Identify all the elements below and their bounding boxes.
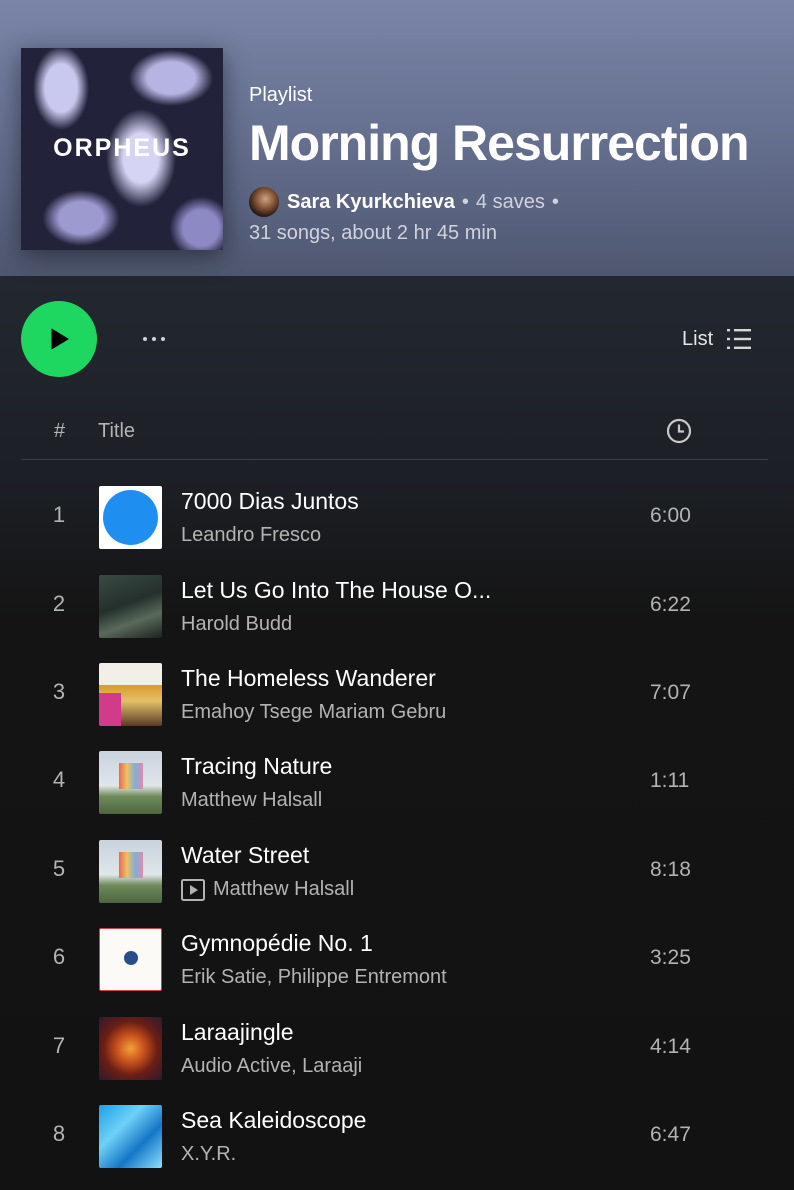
playlist-cover[interactable]: ORPHEUS [21, 48, 223, 250]
list-view-icon [727, 329, 752, 349]
track-title[interactable]: The Homeless Wanderer [181, 665, 436, 692]
track-artist-name[interactable]: Leandro Fresco [181, 524, 321, 547]
track-number: 7 [52, 1033, 66, 1058]
playlist-kind-label: Playlist [249, 84, 313, 106]
track-artist[interactable]: Leandro Fresco [181, 524, 321, 547]
track-number: 4 [52, 767, 66, 792]
track-artist[interactable]: Matthew Halsall [181, 878, 354, 901]
saves-count: 4 saves [475, 190, 545, 213]
track-number: 5 [52, 856, 66, 881]
owner-row: Sara Kyurkchieva • 4 saves • [249, 186, 566, 218]
track-number: 1 [52, 502, 66, 527]
track-artwork [99, 928, 162, 991]
track-row[interactable]: 2 Let Us Go Into The House O... Harold B… [0, 563, 794, 651]
owner-avatar[interactable] [249, 187, 279, 217]
track-artist-name[interactable]: X.Y.R. [181, 1143, 236, 1166]
track-artwork [99, 1017, 162, 1080]
track-number: 6 [52, 944, 66, 969]
track-duration: 6:22 [650, 593, 691, 616]
view-mode-button[interactable]: List [682, 322, 752, 356]
more-icon-dot [161, 337, 165, 341]
track-artist-name[interactable]: Erik Satie, Philippe Entremont [181, 966, 447, 989]
track-artist[interactable]: Emahoy Tsege Mariam Gebru [181, 701, 446, 724]
track-row[interactable]: 5 Water Street Matthew Halsall 8:18 [0, 828, 794, 916]
track-duration: 6:00 [650, 504, 691, 527]
play-button[interactable] [21, 301, 97, 377]
more-options-button[interactable] [136, 324, 172, 354]
track-duration: 7:07 [650, 681, 691, 704]
track-duration: 8:18 [650, 858, 691, 881]
track-artwork [99, 751, 162, 814]
track-duration: 3:25 [650, 946, 691, 969]
track-artist-name[interactable]: Emahoy Tsege Mariam Gebru [181, 701, 446, 724]
track-row[interactable]: 1 7000 Dias Juntos Leandro Fresco 6:00 [0, 474, 794, 562]
track-artist-name[interactable]: Audio Active, Laraaji [181, 1055, 362, 1078]
track-row[interactable]: 8 Sea Kaleidoscope X.Y.R. 6:47 [0, 1093, 794, 1181]
owner-name-link[interactable]: Sara Kyurkchieva [287, 191, 455, 214]
clock-icon [666, 418, 692, 444]
track-title[interactable]: Sea Kaleidoscope [181, 1107, 366, 1134]
more-icon [143, 337, 147, 341]
track-artist-name[interactable]: Matthew Halsall [213, 878, 354, 901]
separator-dot: • [551, 190, 559, 213]
track-artist[interactable]: Audio Active, Laraaji [181, 1055, 362, 1078]
track-number: 8 [52, 1121, 66, 1146]
track-title[interactable]: Gymnopédie No. 1 [181, 930, 373, 957]
column-title[interactable]: Title [98, 420, 135, 443]
track-artist[interactable]: Erik Satie, Philippe Entremont [181, 966, 447, 989]
track-title[interactable]: Laraajingle [181, 1019, 294, 1046]
track-artist-name[interactable]: Matthew Halsall [181, 789, 322, 812]
track-artwork [99, 1105, 162, 1168]
column-number: # [54, 420, 66, 442]
video-icon [181, 878, 205, 901]
separator-dot: • [461, 190, 469, 213]
cover-title: ORPHEUS [53, 134, 191, 162]
track-artist-name[interactable]: Harold Budd [181, 613, 292, 636]
tracklist-header: # Title [21, 408, 768, 460]
track-title[interactable]: Let Us Go Into The House O... [181, 577, 491, 604]
track-title[interactable]: Water Street [181, 842, 309, 869]
playlist-header: ORPHEUS Playlist Morning Resurrection Sa… [0, 0, 794, 276]
track-row[interactable]: 6 Gymnopédie No. 1 Erik Satie, Philippe … [0, 916, 794, 1004]
track-row[interactable]: 3 The Homeless Wanderer Emahoy Tsege Mar… [0, 651, 794, 739]
track-duration: 4:14 [650, 1035, 691, 1058]
track-artist[interactable]: Harold Budd [181, 613, 292, 636]
track-row[interactable]: 4 Tracing Nature Matthew Halsall 1:11 [0, 739, 794, 827]
more-icon-dot [152, 337, 156, 341]
play-icon [51, 328, 69, 350]
track-artist[interactable]: Matthew Halsall [181, 789, 322, 812]
playlist-title: Morning Resurrection [249, 115, 749, 171]
track-title[interactable]: Tracing Nature [181, 753, 332, 780]
playlist-info: 31 songs, about 2 hr 45 min [249, 222, 497, 244]
track-artwork [99, 486, 162, 549]
track-artist[interactable]: X.Y.R. [181, 1143, 236, 1166]
track-title[interactable]: 7000 Dias Juntos [181, 488, 359, 515]
track-artwork [99, 575, 162, 638]
track-number: 2 [52, 591, 66, 616]
track-duration: 1:11 [650, 769, 690, 792]
track-artwork [99, 663, 162, 726]
track-artwork [99, 840, 162, 903]
track-duration: 6:47 [650, 1123, 691, 1146]
track-number: 3 [52, 679, 66, 704]
view-mode-label: List [682, 327, 714, 350]
track-row[interactable]: 7 Laraajingle Audio Active, Laraaji 4:14 [0, 1005, 794, 1093]
